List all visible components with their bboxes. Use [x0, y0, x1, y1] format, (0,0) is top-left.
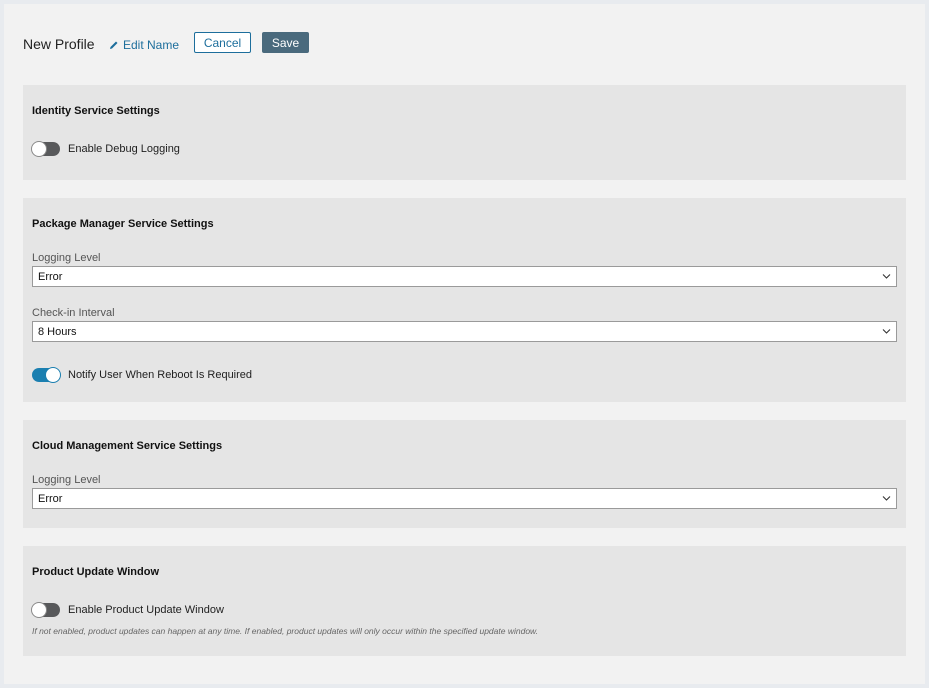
- update-window-label: Enable Product Update Window: [68, 604, 224, 616]
- update-window-row: Enable Product Update Window: [31, 602, 224, 618]
- edit-name-label: Edit Name: [123, 38, 180, 52]
- toggle-knob: [45, 367, 61, 383]
- chevron-down-icon: [882, 274, 891, 279]
- pencil-icon: [110, 41, 118, 49]
- checkin-interval-value: 8 Hours: [38, 325, 77, 338]
- notify-reboot-label: Notify User When Reboot Is Required: [68, 369, 253, 381]
- cancel-button[interactable]: Cancel: [194, 32, 251, 53]
- logging-level-value: Error: [38, 270, 63, 283]
- identity-settings-card: Identity Service Settings Enable Debug L…: [23, 85, 906, 180]
- logging-level-select[interactable]: Error: [32, 266, 897, 287]
- cloud-management-settings-card: Cloud Management Service Settings Loggin…: [23, 420, 906, 528]
- save-button[interactable]: Save: [262, 32, 309, 53]
- card-title: Package Manager Service Settings: [32, 218, 214, 230]
- debug-logging-label: Enable Debug Logging: [68, 143, 180, 155]
- update-window-toggle[interactable]: [31, 602, 60, 618]
- card-title: Cloud Management Service Settings: [32, 440, 223, 452]
- notify-reboot-toggle[interactable]: [32, 367, 61, 383]
- debug-logging-toggle[interactable]: [31, 141, 60, 157]
- package-manager-settings-card: Package Manager Service Settings Logging…: [23, 198, 906, 402]
- chevron-down-icon: [882, 496, 891, 501]
- toggle-knob: [31, 141, 47, 157]
- checkin-interval-label: Check-in Interval: [32, 307, 115, 319]
- card-title: Identity Service Settings: [32, 105, 160, 117]
- logging-level-label: Logging Level: [32, 474, 101, 486]
- cloud-logging-level-value: Error: [38, 492, 63, 505]
- chevron-down-icon: [882, 329, 891, 334]
- update-window-hint: If not enabled, product updates can happ…: [32, 626, 539, 636]
- edit-name-link[interactable]: Edit Name: [109, 38, 179, 52]
- profile-header: New Profile Edit Name Cancel Save: [23, 32, 903, 58]
- logging-level-label: Logging Level: [32, 252, 101, 264]
- page-title: New Profile: [23, 36, 95, 52]
- product-update-window-card: Product Update Window Enable Product Upd…: [23, 546, 906, 656]
- card-title: Product Update Window: [32, 566, 160, 578]
- cloud-logging-level-select[interactable]: Error: [32, 488, 897, 509]
- profile-page: New Profile Edit Name Cancel Save Identi…: [4, 4, 925, 684]
- debug-logging-row: Enable Debug Logging: [31, 141, 180, 157]
- notify-reboot-row: Notify User When Reboot Is Required: [32, 367, 253, 383]
- toggle-knob: [31, 602, 47, 618]
- checkin-interval-select[interactable]: 8 Hours: [32, 321, 897, 342]
